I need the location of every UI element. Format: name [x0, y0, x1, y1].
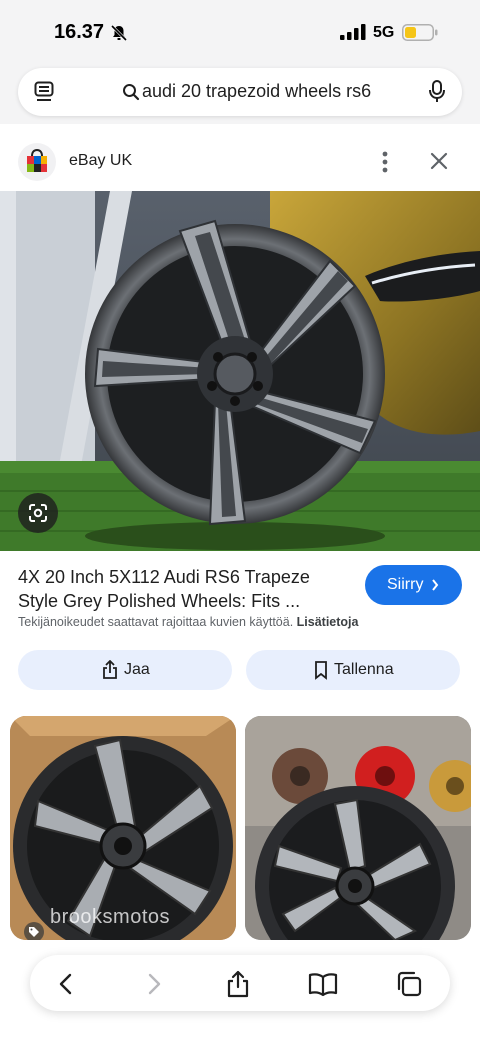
bell-slash-icon: [110, 24, 128, 42]
browser-toolbar: [30, 955, 450, 1011]
tabs-icon[interactable]: [34, 81, 54, 103]
wheel-showroom-photo: [245, 716, 471, 940]
visit-button-label: Siirry: [387, 576, 424, 593]
result-title-line-2: Style Grey Polished Wheels: Fits ...: [18, 591, 301, 611]
ebay-favicon: [18, 143, 56, 181]
tabs-overview-icon[interactable]: [394, 969, 424, 999]
lens-icon: [29, 504, 47, 522]
save-button[interactable]: Tallenna: [246, 650, 460, 690]
source-row: eBay UK: [0, 136, 480, 188]
tag-icon: [24, 922, 44, 940]
search-bar: audi 20 trapezoid wheels rs6: [0, 62, 480, 124]
more-info-link[interactable]: Lisätietoja: [297, 615, 359, 629]
visit-button[interactable]: Siirry: [365, 565, 462, 605]
more-vert-icon[interactable]: [381, 151, 389, 173]
share-sheet-icon[interactable]: [223, 969, 253, 999]
lens-button[interactable]: [18, 493, 58, 533]
status-bar: 16.37 5G: [0, 0, 480, 62]
share-button[interactable]: Jaa: [18, 650, 232, 690]
source-name[interactable]: eBay UK: [69, 152, 132, 170]
copyright-text: Tekijänoikeudet saattavat rajoittaa kuvi…: [18, 615, 294, 629]
result-title[interactable]: 4X 20 Inch 5X112 Audi RS6 Trapeze Style …: [18, 565, 348, 613]
main-result-image[interactable]: [0, 191, 480, 551]
chevron-right-icon: [432, 579, 439, 591]
related-image-1[interactable]: brooksmotos: [10, 716, 236, 940]
search-query[interactable]: audi 20 trapezoid wheels rs6: [142, 81, 371, 102]
status-time: 16.37: [54, 21, 105, 43]
network-type: 5G: [373, 24, 395, 41]
book-icon[interactable]: [308, 969, 338, 999]
back-icon[interactable]: [52, 969, 82, 999]
share-label: Jaa: [124, 661, 150, 678]
bookmark-icon: [315, 661, 327, 680]
share-icon: [103, 660, 117, 679]
copyright-notice: Tekijänoikeudet saattavat rajoittaa kuvi…: [18, 615, 358, 629]
forward-icon[interactable]: [138, 969, 168, 999]
wheel-photo: [0, 191, 480, 551]
close-icon[interactable]: [430, 152, 448, 170]
save-label: Tallenna: [334, 661, 394, 678]
mic-icon[interactable]: [428, 80, 446, 104]
search-icon: [123, 84, 140, 101]
battery-icon: [402, 24, 438, 41]
search-field[interactable]: audi 20 trapezoid wheels rs6: [18, 68, 462, 116]
thumb-watermark: brooksmotos: [50, 906, 170, 928]
related-image-2[interactable]: [245, 716, 471, 940]
result-title-line-1: 4X 20 Inch 5X112 Audi RS6 Trapeze: [18, 567, 310, 587]
signal-icon: [340, 24, 366, 40]
